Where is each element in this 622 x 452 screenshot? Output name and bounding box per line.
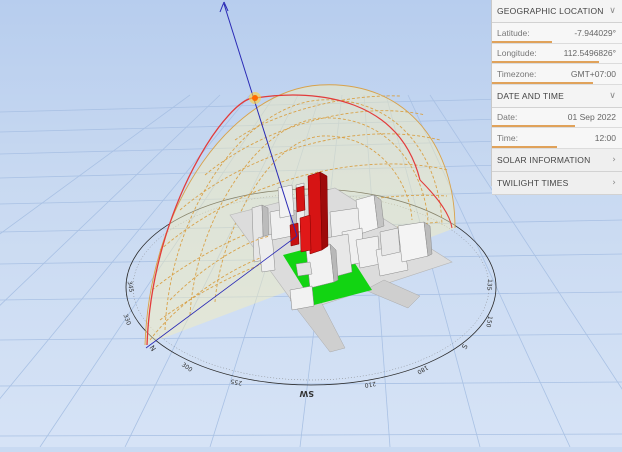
date-label: Date: (497, 112, 518, 123)
compass-degree-135: 135 (485, 279, 493, 291)
longitude-label: Longitude: (497, 48, 537, 59)
timezone-value: GMT+07:00 (570, 68, 616, 79)
chevron-right-icon: › (612, 154, 616, 165)
latitude-value: -7.944029° (574, 27, 616, 38)
latitude-row[interactable]: Latitude: -7.944029° (492, 23, 622, 44)
timezone-label: Timezone: (497, 68, 537, 79)
solar-information-title: SOLAR INFORMATION (497, 154, 591, 165)
date-slider[interactable] (492, 125, 576, 127)
chevron-down-icon: ∨ (609, 90, 616, 101)
compass-south-label: SW (299, 389, 314, 398)
twilight-times-title: TWILIGHT TIMES (497, 177, 569, 188)
info-panel: GEOGRAPHIC LOCATION ∨ Latitude: -7.94402… (491, 0, 622, 195)
date-value: 01 Sep 2022 (567, 112, 616, 123)
timezone-row[interactable]: Timezone: GMT+07:00 (492, 64, 622, 85)
longitude-value: 112.5496826° (563, 48, 616, 59)
latitude-slider[interactable] (492, 40, 552, 43)
geographic-location-title: GEOGRAPHIC LOCATION (497, 6, 604, 16)
sun-marker[interactable] (249, 92, 261, 104)
time-label: Time: (497, 132, 518, 143)
longitude-row[interactable]: Longitude: 112.5496826° (492, 43, 622, 64)
date-and-time-header[interactable]: DATE AND TIME ∨ (492, 84, 622, 108)
chevron-right-icon: › (612, 177, 616, 188)
solar-information-header[interactable]: SOLAR INFORMATION › (492, 148, 622, 172)
geographic-location-header[interactable]: GEOGRAPHIC LOCATION ∨ (492, 0, 622, 23)
latitude-label: Latitude: (497, 27, 530, 38)
date-row[interactable]: Date: 01 Sep 2022 (492, 107, 622, 128)
longitude-slider[interactable] (492, 61, 599, 63)
twilight-times-header[interactable]: TWILIGHT TIMES › (492, 171, 622, 195)
chevron-down-icon: ∨ (609, 6, 616, 16)
date-and-time-title: DATE AND TIME (497, 90, 564, 101)
timezone-slider[interactable] (492, 81, 594, 84)
time-value: 12:00 (594, 132, 616, 143)
time-row[interactable]: Time: 12:00 (492, 128, 622, 149)
time-slider[interactable] (492, 145, 557, 148)
